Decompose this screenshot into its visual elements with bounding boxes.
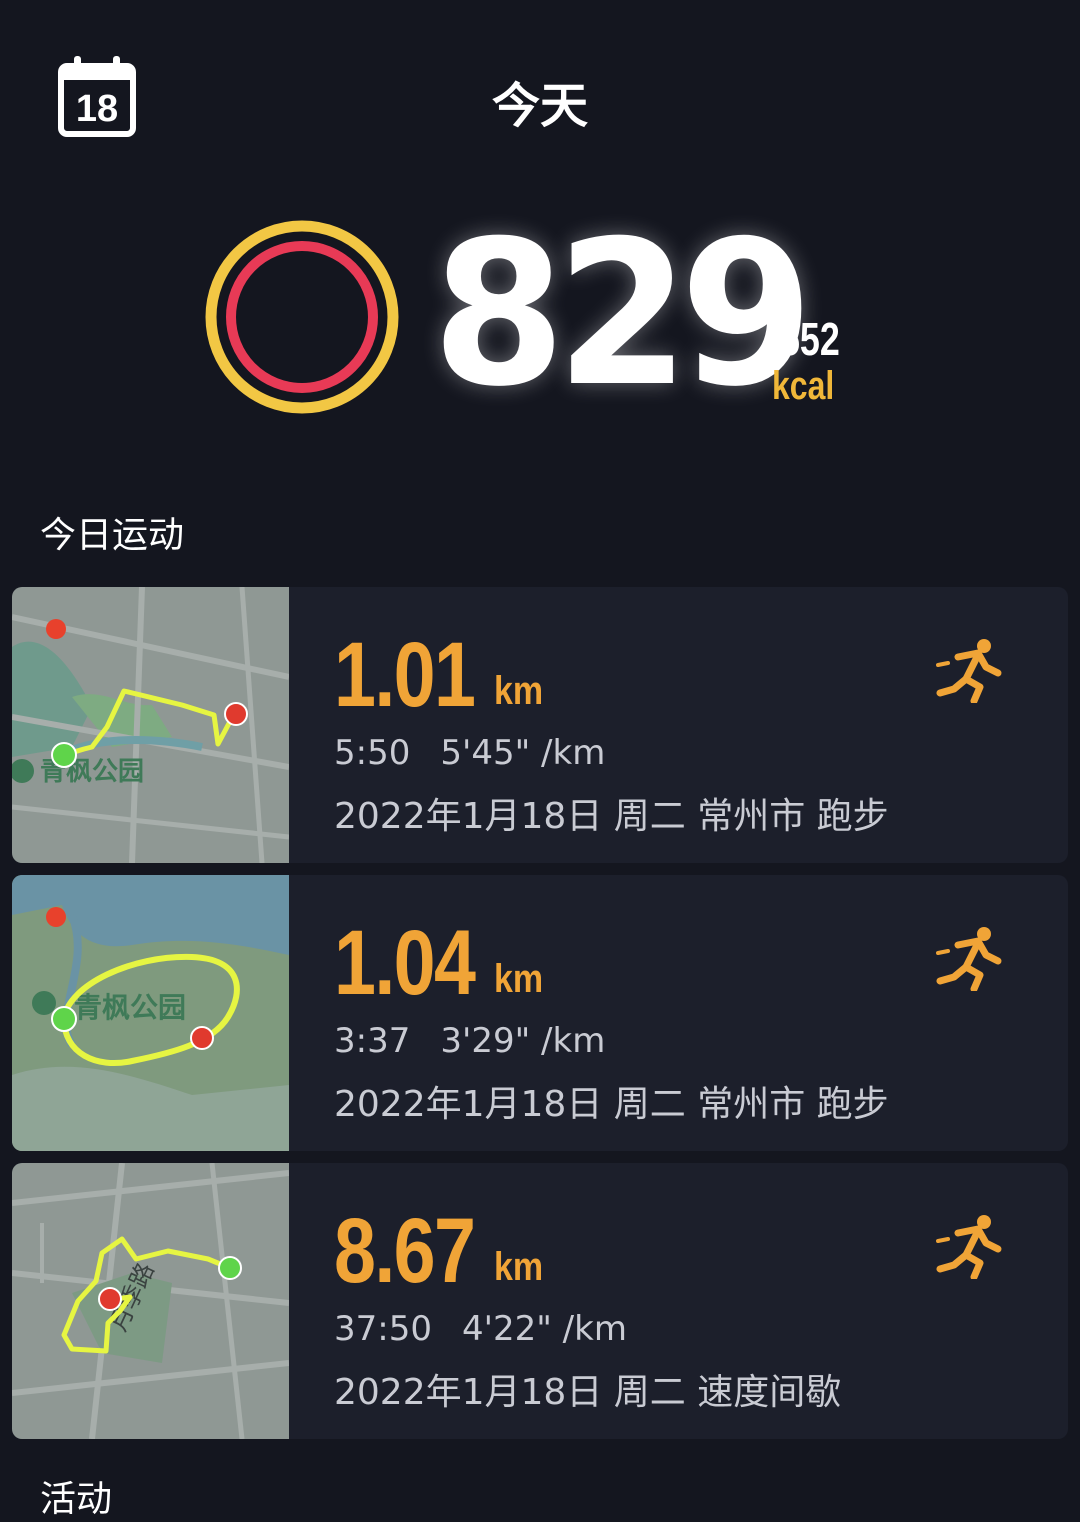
workout-stats: 3:37 3'29" /km xyxy=(334,1021,605,1061)
workout-meta: 2022年1月18日 周二 常州市 跑步 xyxy=(334,1084,889,1125)
section-title-activities: 活动 xyxy=(40,1479,113,1520)
map-label: 青枫公园 xyxy=(74,991,186,1024)
duration: 5:50 xyxy=(334,733,411,773)
distance-row: 8.67 km xyxy=(334,1199,543,1304)
distance-unit: km xyxy=(494,669,544,713)
section-title-today-workouts: 今日运动 xyxy=(40,515,185,556)
distance-unit: km xyxy=(494,1245,544,1289)
distance-value: 1.01 xyxy=(334,624,476,726)
workout-meta: 2022年1月18日 周二 常州市 跑步 xyxy=(334,796,889,837)
calorie-unit: kcal xyxy=(772,364,835,408)
outer-ring xyxy=(205,220,399,414)
duration: 37:50 xyxy=(334,1309,432,1349)
workout-stats: 5:50 5'45" /km xyxy=(334,733,605,773)
duration: 3:37 xyxy=(334,1021,411,1061)
distance-row: 1.04 km xyxy=(334,911,543,1016)
distance-value: 8.67 xyxy=(334,1200,476,1302)
pace: 5'45" /km xyxy=(440,733,606,773)
header: 18 今天 xyxy=(0,0,1080,190)
distance-row: 1.01 km xyxy=(334,623,543,728)
workout-stats: 37:50 4'22" /km xyxy=(334,1309,627,1349)
workout-meta: 2022年1月18日 周二 速度间歇 xyxy=(334,1372,842,1413)
calorie-value: 829 xyxy=(432,198,814,431)
route-map: 月季路 xyxy=(12,1163,290,1439)
route-map: 青枫公园 xyxy=(12,587,290,863)
calorie-rings[interactable] xyxy=(200,215,405,420)
route-map: 青枫公园 xyxy=(12,875,289,1151)
inner-ring xyxy=(226,241,378,393)
running-person-icon xyxy=(936,1213,1010,1281)
calorie-goal: /552 xyxy=(770,313,840,365)
workout-card[interactable]: 月季路 8.67 km 37:50 4'22" /km 2022年1月18日 周二… xyxy=(12,1163,1068,1439)
pace: 3'29" /km xyxy=(440,1021,606,1061)
page-title: 今天 xyxy=(491,78,588,134)
running-person-icon xyxy=(936,925,1010,993)
distance-unit: km xyxy=(494,957,544,1001)
workout-card[interactable]: 青枫公园 1.01 km 5:50 5'45" /km 2022年1月18日 周二… xyxy=(12,587,1068,863)
distance-value: 1.04 xyxy=(334,912,476,1014)
workout-card[interactable]: 青枫公园 1.04 km 3:37 3'29" /km 2022年1月18日 周二… xyxy=(12,875,1068,1151)
pace: 4'22" /km xyxy=(461,1309,627,1349)
running-person-icon xyxy=(936,637,1010,705)
